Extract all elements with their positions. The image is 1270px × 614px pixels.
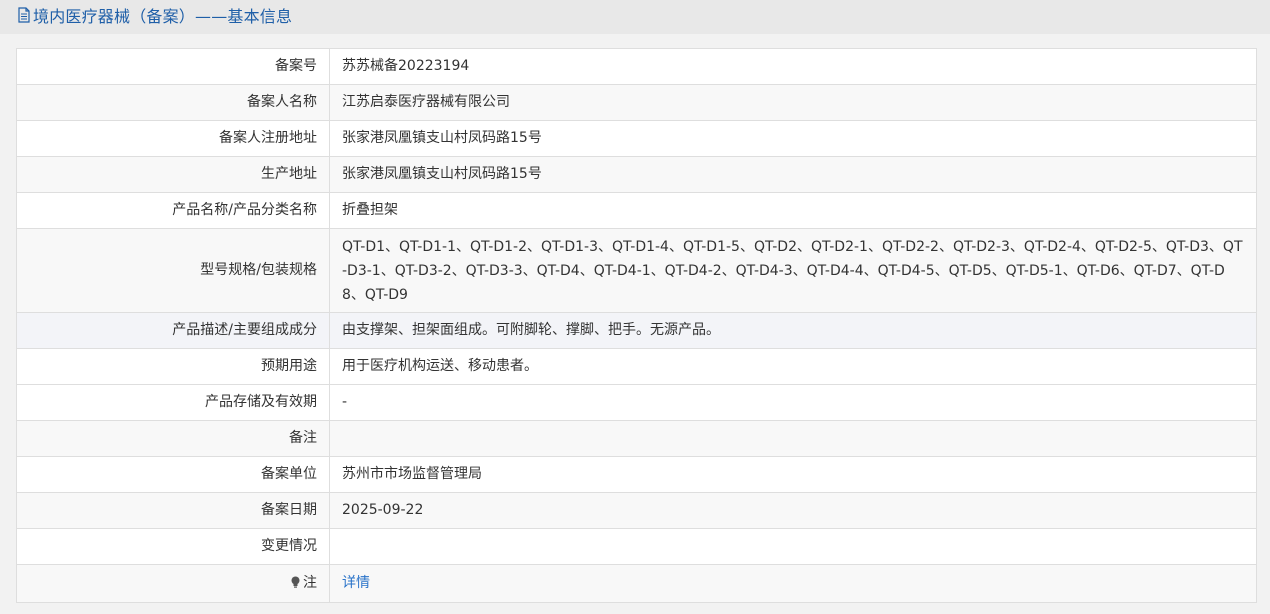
row-label: 产品名称/产品分类名称 (16, 192, 330, 229)
details-link[interactable]: 详情 (342, 575, 370, 591)
row-label: 备案人注册地址 (16, 120, 330, 157)
page-header: 境内医疗器械（备案）——基本信息 (0, 0, 1270, 34)
note-row: 注 详情 (16, 564, 1257, 603)
row-value: 张家港凤凰镇支山村凤码路15号 (329, 120, 1257, 157)
row-label: 产品存储及有效期 (16, 384, 330, 421)
table-row: 型号规格/包装规格 QT-D1、QT-D1-1、QT-D1-2、QT-D1-3、… (16, 228, 1257, 313)
row-value (329, 420, 1257, 457)
note-value-cell: 详情 (329, 564, 1257, 603)
table-row: 备案人名称 江苏启泰医疗器械有限公司 (16, 84, 1257, 121)
row-label: 备案日期 (16, 492, 330, 529)
table-row: 备案号 苏苏械备20223194 (16, 48, 1257, 85)
row-label: 备注 (16, 420, 330, 457)
page-title: 境内医疗器械（备案）——基本信息 (33, 7, 293, 26)
table-row: 变更情况 (16, 528, 1257, 565)
row-value: 2025-09-22 (329, 492, 1257, 529)
row-label: 生产地址 (16, 156, 330, 193)
row-label: 备案号 (16, 48, 330, 85)
table-row: 备案日期 2025-09-22 (16, 492, 1257, 529)
info-table: 备案号 苏苏械备20223194 备案人名称 江苏启泰医疗器械有限公司 备案人注… (16, 48, 1257, 603)
note-label: 注 (303, 575, 317, 591)
row-value: QT-D1、QT-D1-1、QT-D1-2、QT-D1-3、QT-D1-4、QT… (329, 228, 1257, 313)
lightbulb-icon (290, 573, 301, 588)
row-value: 折叠担架 (329, 192, 1257, 229)
table-row: 备案人注册地址 张家港凤凰镇支山村凤码路15号 (16, 120, 1257, 157)
row-label: 预期用途 (16, 348, 330, 385)
row-value: 由支撑架、担架面组成。可附脚轮、撑脚、把手。无源产品。 (329, 312, 1257, 349)
row-value: 江苏启泰医疗器械有限公司 (329, 84, 1257, 121)
table-row: 产品描述/主要组成成分 由支撑架、担架面组成。可附脚轮、撑脚、把手。无源产品。 (16, 312, 1257, 349)
row-label: 型号规格/包装规格 (16, 228, 330, 313)
row-value: 苏苏械备20223194 (329, 48, 1257, 85)
table-row: 备案单位 苏州市市场监督管理局 (16, 456, 1257, 493)
row-value: 张家港凤凰镇支山村凤码路15号 (329, 156, 1257, 193)
content-panel: 备案号 苏苏械备20223194 备案人名称 江苏启泰医疗器械有限公司 备案人注… (0, 34, 1270, 614)
table-row: 备注 (16, 420, 1257, 457)
row-label: 备案人名称 (16, 84, 330, 121)
row-label: 变更情况 (16, 528, 330, 565)
document-icon (17, 7, 31, 23)
table-row: 产品名称/产品分类名称 折叠担架 (16, 192, 1257, 229)
row-label: 产品描述/主要组成成分 (16, 312, 330, 349)
row-value: - (329, 384, 1257, 421)
row-value: 用于医疗机构运送、移动患者。 (329, 348, 1257, 385)
row-label: 备案单位 (16, 456, 330, 493)
table-row: 预期用途 用于医疗机构运送、移动患者。 (16, 348, 1257, 385)
note-label-cell: 注 (16, 564, 330, 603)
row-value: 苏州市市场监督管理局 (329, 456, 1257, 493)
table-row: 生产地址 张家港凤凰镇支山村凤码路15号 (16, 156, 1257, 193)
table-row: 产品存储及有效期 - (16, 384, 1257, 421)
row-value (329, 528, 1257, 565)
